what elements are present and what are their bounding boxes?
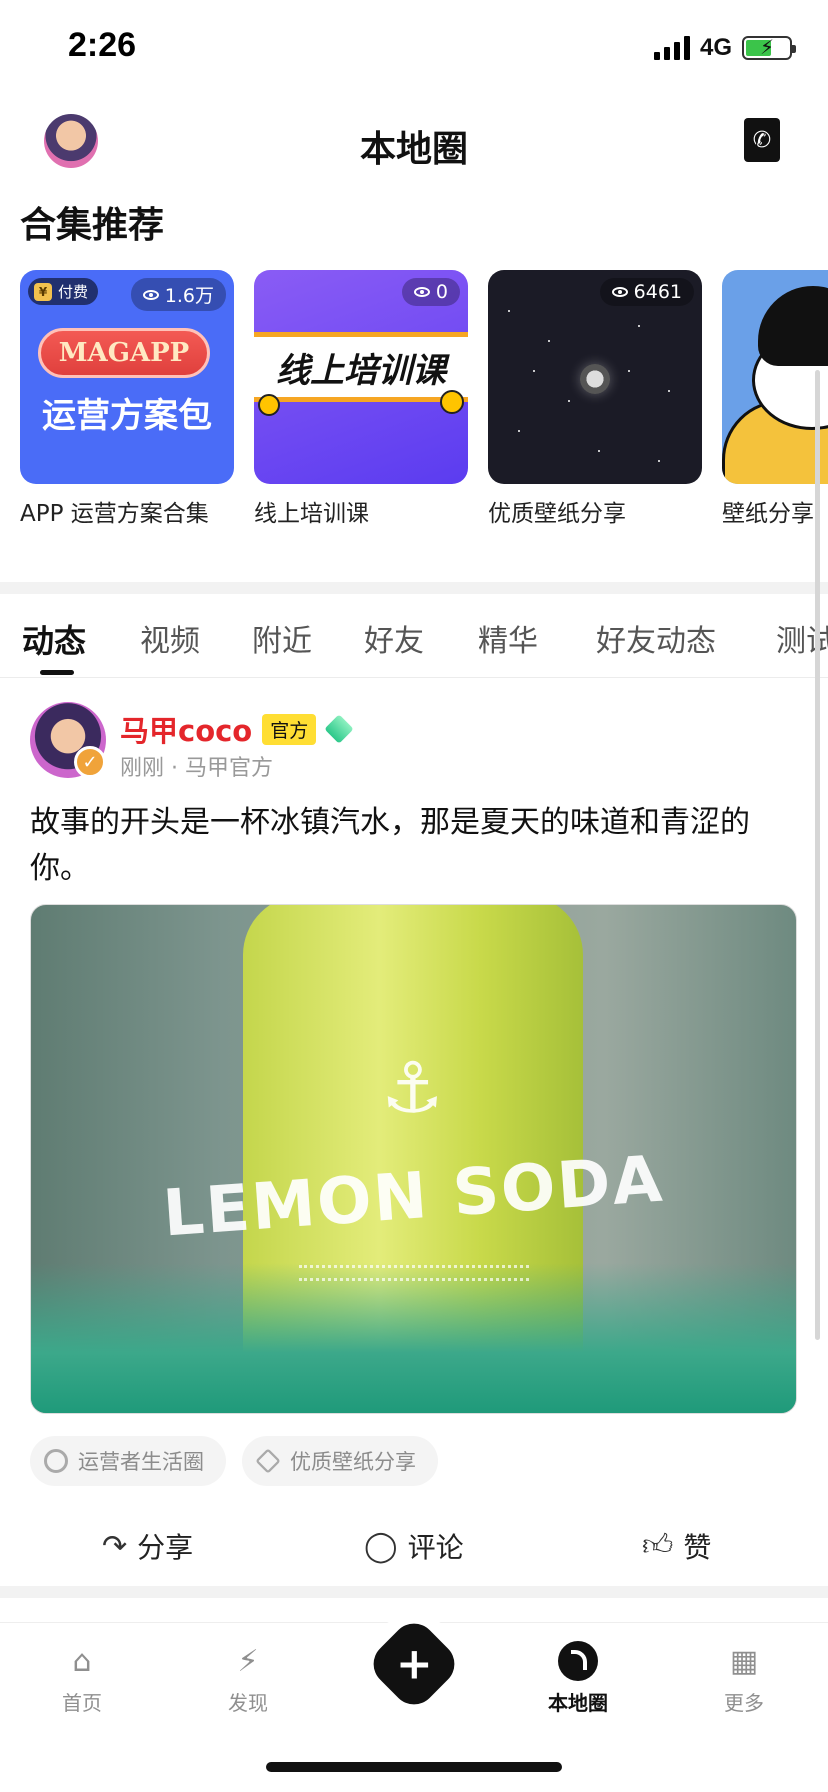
discover-icon: ⚡ xyxy=(237,1643,259,1679)
collection-caption: 优质壁纸分享 xyxy=(488,501,626,527)
collection-card[interactable]: ¥ 付费 1.6万 MAGAPP 运营方案包 APP 运营方案合集 xyxy=(20,270,234,528)
collection-card[interactable]: 0 线上培训课 线上培训课 xyxy=(254,270,468,528)
bottom-navigation: ⌂ 首页 ⚡ 发现 + 本地圈 ▦ 更多 xyxy=(0,1614,828,1732)
publish-button[interactable]: + xyxy=(364,1614,464,1714)
nav-label: 发现 xyxy=(228,1691,268,1715)
circle-target-icon xyxy=(44,1449,68,1473)
nav-local[interactable]: 本地圈 xyxy=(528,1641,628,1716)
nav-label: 本地圈 xyxy=(548,1691,608,1715)
thumbnail-headline: 线上培训课 xyxy=(254,332,468,402)
phone-icon[interactable]: ✆ xyxy=(744,118,780,162)
section-divider xyxy=(0,1586,828,1598)
collection-card[interactable]: 壁纸分享 xyxy=(722,270,828,528)
tab-featured[interactable]: 精华 xyxy=(478,616,538,660)
home-indicator xyxy=(266,1762,562,1772)
like-button[interactable]: 👍︎ 赞 xyxy=(642,1526,711,1566)
network-type: 4G xyxy=(699,34,732,61)
collection-caption: 壁纸分享 xyxy=(722,501,814,527)
view-count: 1.6万 xyxy=(130,278,226,311)
view-count: 0 xyxy=(401,278,460,306)
tag-chip[interactable]: 运营者生活圈 xyxy=(30,1436,226,1486)
layers-icon xyxy=(255,1448,281,1474)
author-name[interactable]: 马甲coco xyxy=(120,708,252,750)
towel-shape xyxy=(31,1263,796,1413)
tab-active-indicator xyxy=(40,670,74,675)
comment-button[interactable]: ◯ 评论 xyxy=(364,1526,464,1566)
nav-home[interactable]: ⌂ 首页 xyxy=(32,1641,132,1716)
anchor-icon: ⚓ xyxy=(381,1047,444,1129)
share-button[interactable]: ↷ 分享 xyxy=(102,1526,193,1566)
signal-icon xyxy=(653,36,690,60)
collection-thumbnail: ¥ 付费 1.6万 MAGAPP 运营方案包 xyxy=(20,270,234,484)
comment-icon: ◯ xyxy=(364,1528,398,1564)
battery-icon: ⚡ xyxy=(742,35,796,60)
verified-icon: ✓ xyxy=(74,746,106,778)
nav-label: 更多 xyxy=(724,1691,764,1715)
collection-caption: APP 运营方案合集 xyxy=(20,501,209,527)
view-count: 6461 xyxy=(599,278,694,306)
page-title: 本地圈 xyxy=(359,129,468,170)
tag-chip[interactable]: 优质壁纸分享 xyxy=(242,1436,438,1486)
decor-dot xyxy=(258,394,280,416)
collection-thumbnail xyxy=(722,270,828,484)
plus-icon: + xyxy=(364,1614,464,1714)
tab-test[interactable]: 测试 xyxy=(776,616,828,660)
tab-friend-activity[interactable]: 好友动态 xyxy=(596,616,716,660)
tab-dynamic[interactable]: 动态 xyxy=(22,616,86,662)
post-meta: 刚刚 · 马甲官方 xyxy=(120,756,273,781)
section-divider xyxy=(0,582,828,594)
post-tags: 运营者生活圈 优质壁纸分享 xyxy=(30,1436,438,1486)
magapp-logo: MAGAPP xyxy=(38,328,210,378)
paid-badge: ¥ 付费 xyxy=(28,278,99,305)
collections-carousel[interactable]: ¥ 付费 1.6万 MAGAPP 运营方案包 APP 运营方案合集 0 线上培训课… xyxy=(20,270,828,530)
nav-label: 首页 xyxy=(62,1691,102,1715)
collection-thumbnail: 0 线上培训课 xyxy=(254,270,468,484)
diamond-icon xyxy=(324,714,354,744)
thumbnail-headline: 运营方案包 xyxy=(42,396,212,436)
collections-title: 合集推荐 xyxy=(20,205,165,246)
author-row: 马甲coco 官方 xyxy=(120,708,354,750)
app-header: 本地圈 ✆ xyxy=(0,98,828,188)
moon-icon xyxy=(580,364,610,394)
yen-icon: ¥ xyxy=(34,282,52,301)
tab-video[interactable]: 视频 xyxy=(140,616,200,660)
wave-decoration xyxy=(299,1265,529,1281)
post-actions: ↷ 分享 ◯ 评论 👍︎ 赞 xyxy=(0,1510,828,1580)
collection-thumbnail: 6461 xyxy=(488,270,702,484)
tab-nearby[interactable]: 附近 xyxy=(252,616,312,660)
grid-icon: ▦ xyxy=(729,1643,759,1679)
status-bar: 2:26 4G ⚡ xyxy=(0,0,828,98)
tab-friends[interactable]: 好友 xyxy=(364,616,424,660)
thumbs-up-icon: 👍︎ xyxy=(642,1528,674,1563)
home-icon: ⌂ xyxy=(72,1643,92,1679)
official-badge: 官方 xyxy=(262,713,317,745)
feed-tabs: 动态 视频 附近 好友 精华 好友动态 测试 xyxy=(0,594,828,678)
status-time: 2:26 xyxy=(68,26,137,64)
status-indicators: 4G ⚡ xyxy=(653,34,796,62)
eye-icon xyxy=(413,287,430,297)
nav-discover[interactable]: ⚡ 发现 xyxy=(198,1641,298,1716)
eye-icon xyxy=(142,289,159,300)
eye-icon xyxy=(611,287,628,297)
post-image[interactable]: ⚓ LEMON SODA xyxy=(30,904,797,1414)
nav-more[interactable]: ▦ 更多 xyxy=(694,1641,794,1716)
post-text[interactable]: 故事的开头是一杯冰镇汽水，那是夏天的味道和青涩的你。 xyxy=(30,800,790,892)
scrollbar[interactable] xyxy=(815,370,820,1340)
collection-card[interactable]: 6461 优质壁纸分享 xyxy=(488,270,702,528)
local-circle-icon xyxy=(558,1641,598,1681)
emoji-icon xyxy=(440,390,464,414)
share-icon: ↷ xyxy=(102,1528,128,1564)
collection-caption: 线上培训课 xyxy=(254,501,369,527)
